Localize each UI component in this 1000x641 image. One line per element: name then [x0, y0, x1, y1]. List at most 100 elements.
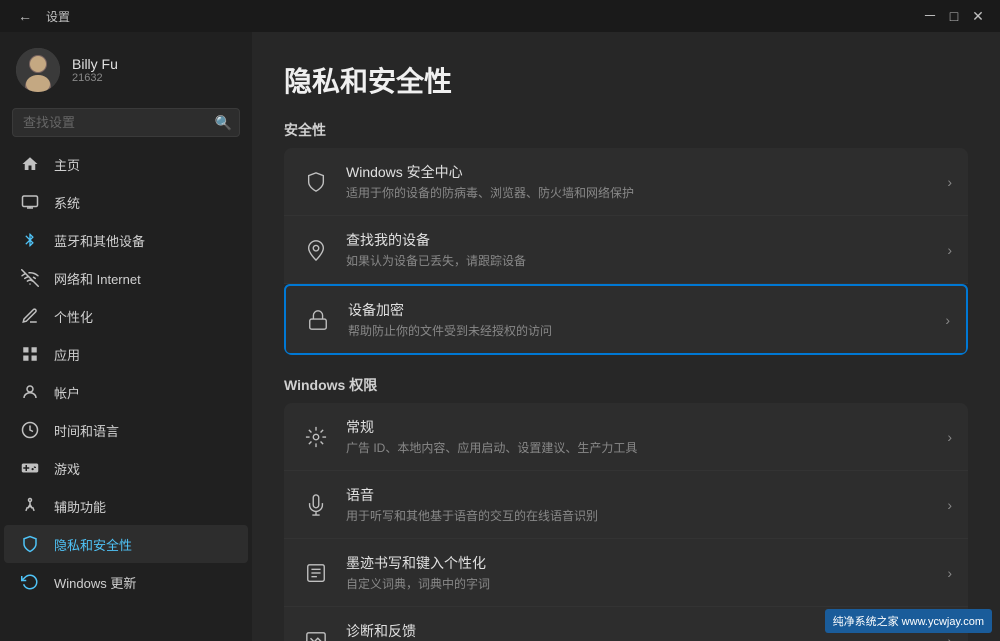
sidebar-item-network-label: 网络和 Internet [54, 269, 141, 288]
apps-icon [20, 344, 40, 364]
windows-security-icon [300, 166, 332, 198]
sidebar-item-home[interactable]: 主页 [4, 145, 248, 183]
sidebar-item-system[interactable]: 系统 [4, 183, 248, 221]
sidebar-item-time-label: 时间和语言 [54, 421, 119, 440]
sidebar-item-gaming-label: 游戏 [54, 459, 80, 478]
sidebar-item-gaming[interactable]: 游戏 [4, 449, 248, 487]
minimize-button[interactable]: － [920, 9, 940, 23]
chevron-icon-3: › [945, 312, 950, 328]
settings-item-general[interactable]: 常规 广告 ID、本地内容、应用启动、设置建议、生产力工具 › [284, 403, 968, 471]
maximize-button[interactable]: □ [944, 9, 964, 23]
gaming-icon [20, 458, 40, 478]
sidebar-item-time[interactable]: 时间和语言 [4, 411, 248, 449]
watermark-text: 纯净系统之家 www.ycwjay.com [833, 616, 984, 628]
settings-item-device-encryption-text: 设备加密 帮助防止你的文件受到未经授权的访问 [348, 300, 937, 339]
settings-item-windows-security-title: Windows 安全中心 [346, 162, 939, 182]
settings-item-windows-security-text: Windows 安全中心 适用于你的设备的防病毒、浏览器、防火墙和网络保护 [346, 162, 939, 201]
system-icon [20, 192, 40, 212]
chevron-icon-6: › [947, 565, 952, 581]
back-icon[interactable]: ← [12, 8, 38, 24]
time-icon [20, 420, 40, 440]
app-container: Billy Fu 21632 🔍 主页 系统 [0, 32, 1000, 641]
find-device-icon [300, 234, 332, 266]
sidebar-item-bluetooth-label: 蓝牙和其他设备 [54, 231, 145, 250]
section-title-permissions: Windows 权限 [284, 375, 968, 395]
general-icon [300, 421, 332, 453]
sidebar-item-privacy-label: 隐私和安全性 [54, 535, 132, 554]
search-icon[interactable]: 🔍 [215, 114, 232, 131]
sidebar-item-accessibility[interactable]: 辅助功能 [4, 487, 248, 525]
chevron-icon-2: › [947, 242, 952, 258]
sidebar-item-privacy[interactable]: 隐私和安全性 [4, 525, 248, 563]
settings-item-device-encryption[interactable]: 设备加密 帮助防止你的文件受到未经授权的访问 › [284, 284, 968, 355]
settings-item-speech-title: 语音 [346, 485, 939, 505]
permissions-group: 常规 广告 ID、本地内容、应用启动、设置建议、生产力工具 › 语音 用于听写和… [284, 403, 968, 641]
settings-item-find-device-desc: 如果认为设备已丢失，请跟踪设备 [346, 252, 939, 269]
page-title: 隐私和安全性 [284, 60, 968, 100]
windows-update-icon [20, 572, 40, 592]
settings-item-find-device-text: 查找我的设备 如果认为设备已丢失，请跟踪设备 [346, 230, 939, 269]
settings-item-general-text: 常规 广告 ID、本地内容、应用启动、设置建议、生产力工具 [346, 417, 939, 456]
device-encryption-icon [302, 304, 334, 336]
title-bar-left: ← 设置 [12, 8, 70, 25]
sidebar-item-accounts-label: 帐户 [54, 383, 80, 402]
sidebar-item-accessibility-label: 辅助功能 [54, 497, 106, 516]
sidebar-item-windows-update[interactable]: Windows 更新 [4, 563, 248, 601]
settings-item-windows-security[interactable]: Windows 安全中心 适用于你的设备的防病毒、浏览器、防火墙和网络保护 › [284, 148, 968, 216]
sidebar: Billy Fu 21632 🔍 主页 系统 [0, 32, 252, 641]
settings-item-device-encryption-title: 设备加密 [348, 300, 937, 320]
title-bar: ← 设置 － □ ✕ [0, 0, 1000, 32]
home-icon [20, 154, 40, 174]
sidebar-item-apps-label: 应用 [54, 345, 80, 364]
sidebar-item-home-label: 主页 [54, 155, 80, 174]
sidebar-item-personalization-label: 个性化 [54, 307, 93, 326]
settings-item-general-title: 常规 [346, 417, 939, 437]
speech-icon [300, 489, 332, 521]
sidebar-item-accounts[interactable]: 帐户 [4, 373, 248, 411]
sidebar-nav: 主页 系统 蓝牙和其他设备 网络和 Internet [0, 145, 252, 601]
inking-icon [300, 557, 332, 589]
chevron-icon: › [947, 174, 952, 190]
sidebar-item-personalization[interactable]: 个性化 [4, 297, 248, 335]
settings-item-speech[interactable]: 语音 用于听写和其他基于语音的交互的在线语音识别 › [284, 471, 968, 539]
close-button[interactable]: ✕ [968, 9, 988, 23]
chevron-icon-7: › [947, 633, 952, 641]
search-input[interactable] [12, 108, 240, 137]
settings-item-device-encryption-desc: 帮助防止你的文件受到未经授权的访问 [348, 322, 937, 339]
chevron-icon-5: › [947, 497, 952, 513]
title-bar-controls: － □ ✕ [920, 9, 988, 23]
settings-item-windows-security-desc: 适用于你的设备的防病毒、浏览器、防火墙和网络保护 [346, 184, 939, 201]
watermark: 纯净系统之家 www.ycwjay.com [825, 609, 992, 633]
content-area: 隐私和安全性 安全性 Windows 安全中心 适用于你的设备的防病毒、浏览器、… [252, 32, 1000, 641]
title-bar-title: 设置 [46, 8, 70, 25]
settings-item-inking[interactable]: 墨迹书写和键入个性化 自定义词典，词典中的字词 › [284, 539, 968, 607]
user-profile[interactable]: Billy Fu 21632 [0, 32, 252, 104]
user-subtitle: 21632 [72, 72, 118, 84]
user-info: Billy Fu 21632 [72, 56, 118, 84]
privacy-icon [20, 534, 40, 554]
sidebar-item-system-label: 系统 [54, 193, 80, 212]
personalization-icon [20, 306, 40, 326]
settings-item-inking-title: 墨迹书写和键入个性化 [346, 553, 939, 573]
permissions-section: Windows 权限 常规 广告 ID、本地内容、应用启动、设置建议、生产力工具… [284, 375, 968, 641]
security-group: Windows 安全中心 适用于你的设备的防病毒、浏览器、防火墙和网络保护 › … [284, 148, 968, 355]
settings-item-general-desc: 广告 ID、本地内容、应用启动、设置建议、生产力工具 [346, 439, 939, 456]
diagnostics-icon [300, 625, 332, 641]
sidebar-item-network[interactable]: 网络和 Internet [4, 259, 248, 297]
accessibility-icon [20, 496, 40, 516]
user-name: Billy Fu [72, 56, 118, 72]
sidebar-item-apps[interactable]: 应用 [4, 335, 248, 373]
settings-item-find-device[interactable]: 查找我的设备 如果认为设备已丢失，请跟踪设备 › [284, 216, 968, 284]
settings-item-find-device-title: 查找我的设备 [346, 230, 939, 250]
section-title-security: 安全性 [284, 120, 968, 140]
search-box: 🔍 [12, 108, 240, 137]
settings-item-speech-desc: 用于听写和其他基于语音的交互的在线语音识别 [346, 507, 939, 524]
accounts-icon [20, 382, 40, 402]
sidebar-item-bluetooth[interactable]: 蓝牙和其他设备 [4, 221, 248, 259]
settings-item-inking-text: 墨迹书写和键入个性化 自定义词典，词典中的字词 [346, 553, 939, 592]
security-section: 安全性 Windows 安全中心 适用于你的设备的防病毒、浏览器、防火墙和网络保… [284, 120, 968, 355]
network-icon [20, 268, 40, 288]
sidebar-item-windows-update-label: Windows 更新 [54, 573, 136, 592]
bluetooth-icon [20, 230, 40, 250]
settings-item-inking-desc: 自定义词典，词典中的字词 [346, 575, 939, 592]
